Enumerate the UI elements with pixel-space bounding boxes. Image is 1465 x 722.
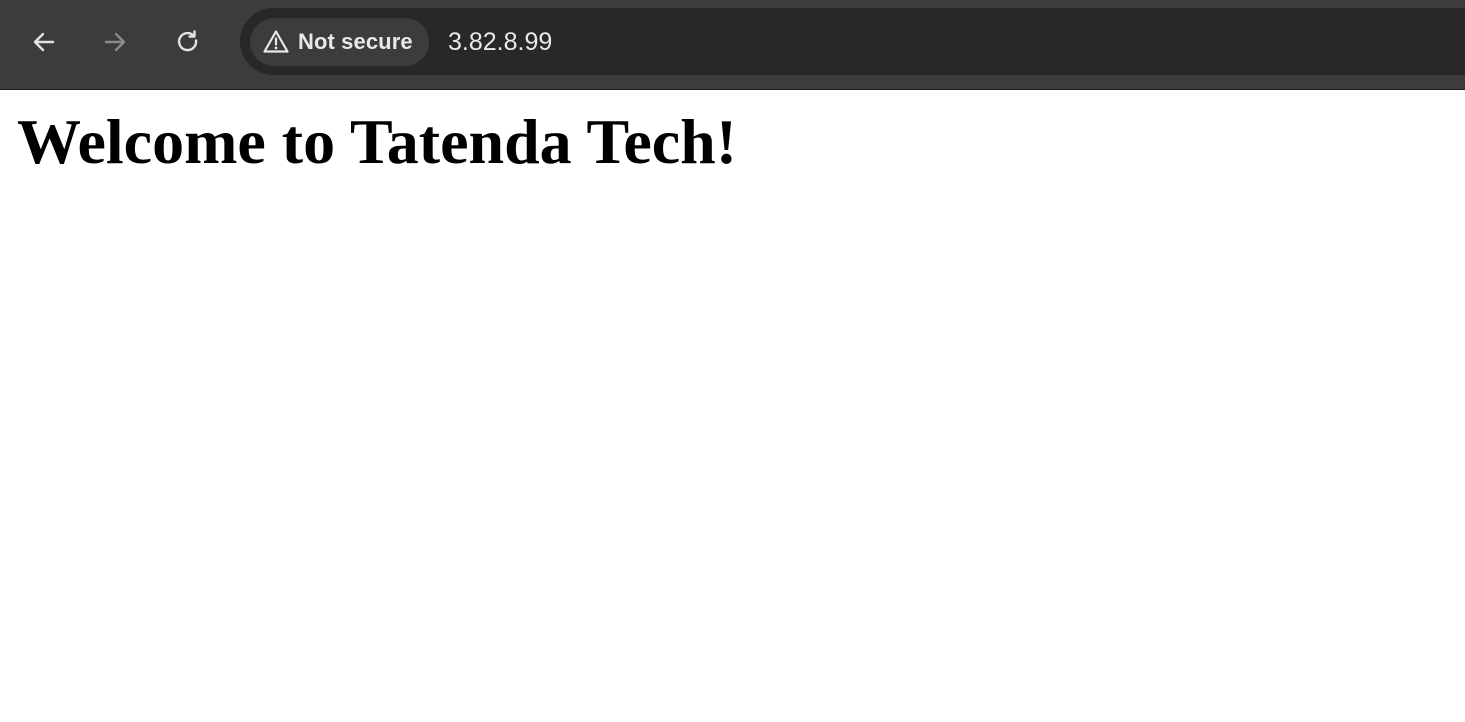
reload-button[interactable] bbox=[170, 24, 206, 60]
warning-triangle-icon bbox=[262, 28, 290, 56]
security-chip[interactable]: Not secure bbox=[250, 18, 429, 66]
address-bar[interactable]: Not secure 3.82.8.99 bbox=[240, 8, 1465, 75]
address-text[interactable]: 3.82.8.99 bbox=[448, 27, 552, 57]
page-heading: Welcome to Tatenda Tech! bbox=[17, 106, 738, 177]
arrow-left-icon bbox=[30, 28, 58, 56]
arrow-right-icon bbox=[101, 28, 129, 56]
browser-toolbar: Not secure 3.82.8.99 bbox=[0, 0, 1465, 90]
security-chip-label: Not secure bbox=[298, 29, 413, 54]
back-button[interactable] bbox=[26, 24, 62, 60]
reload-icon bbox=[174, 28, 202, 56]
forward-button[interactable] bbox=[97, 24, 133, 60]
page-content: Welcome to Tatenda Tech! bbox=[0, 90, 1465, 722]
